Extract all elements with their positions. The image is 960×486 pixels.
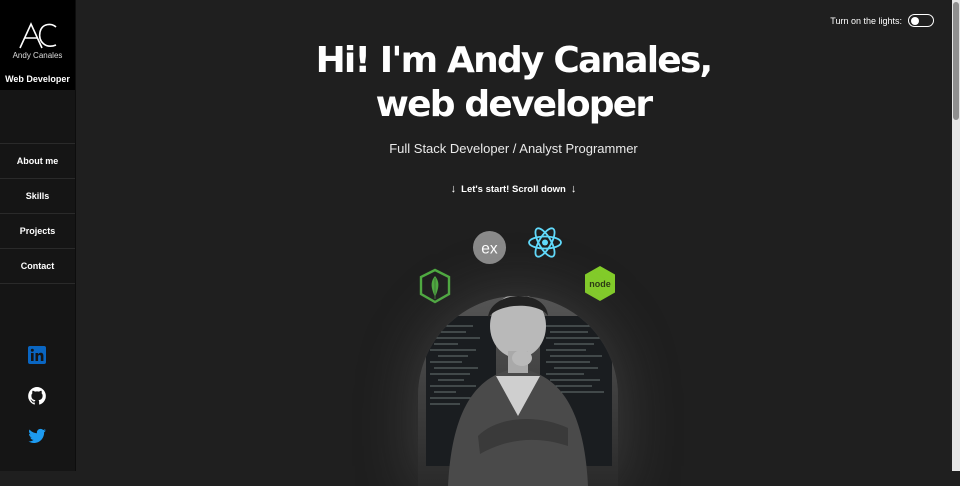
twitter-icon[interactable]: [27, 426, 47, 446]
linkedin-icon[interactable]: [27, 345, 47, 365]
profile-photo-illustration: [418, 296, 618, 486]
hero-title-line2: web developer: [375, 84, 653, 125]
nodejs-label: node: [589, 279, 611, 289]
nav-item-skills[interactable]: Skills: [0, 179, 75, 214]
github-icon[interactable]: [27, 386, 47, 406]
sidebar: Andy Canales Web Developer About me Skil…: [0, 0, 76, 471]
logo-icon: [19, 22, 57, 49]
nav-item-about[interactable]: About me: [0, 144, 75, 179]
express-icon: ex: [472, 230, 507, 265]
nav-item-contact[interactable]: Contact: [0, 249, 75, 284]
lights-toggle[interactable]: [908, 14, 934, 27]
arrow-down-icon: ↓: [450, 183, 457, 195]
scroll-cta-label: Let's start! Scroll down: [461, 184, 566, 195]
toggle-knob: [911, 16, 919, 25]
arrow-down-icon: ↓: [570, 183, 577, 195]
express-label: ex: [481, 240, 498, 257]
react-icon: [528, 227, 562, 258]
hero-subtitle: Full Stack Developer / Analyst Programme…: [389, 141, 638, 156]
lights-label: Turn on the lights:: [830, 15, 902, 26]
mongodb-icon: [419, 268, 451, 304]
hero-title: Hi! I'm Andy Canales, web developer: [75, 39, 952, 127]
brand-block[interactable]: Andy Canales Web Developer: [0, 0, 75, 90]
hero-title-line1: Hi! I'm Andy Canales,: [315, 40, 714, 81]
profile-photo: [418, 296, 618, 486]
page-scrollbar[interactable]: [952, 0, 960, 471]
nav-item-projects[interactable]: Projects: [0, 214, 75, 249]
brand-name: Andy Canales: [12, 51, 63, 60]
scroll-down-link[interactable]: ↓ Let's start! Scroll down ↓: [75, 183, 952, 195]
nav-menu: About me Skills Projects Contact: [0, 143, 75, 284]
nodejs-icon: node: [585, 266, 615, 301]
brand-role: Web Developer: [5, 74, 70, 84]
lights-toggle-group: Turn on the lights:: [830, 14, 934, 27]
scrollbar-thumb[interactable]: [953, 2, 959, 120]
